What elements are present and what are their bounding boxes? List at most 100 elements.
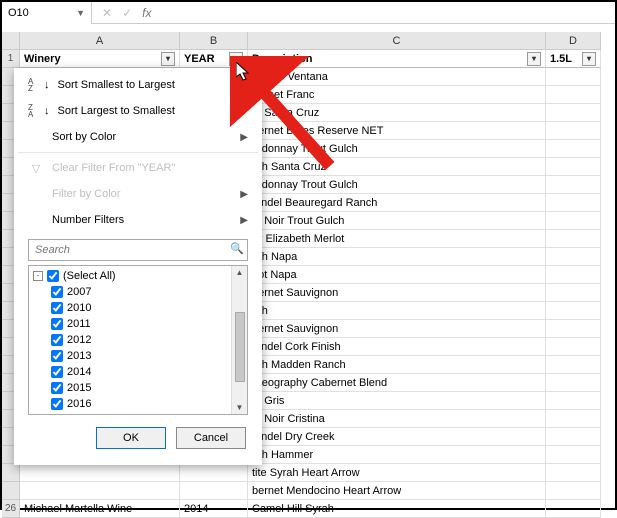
name-box[interactable]: O10 ▼ bbox=[2, 2, 92, 24]
cell[interactable]: rah Napa bbox=[248, 248, 546, 266]
cell[interactable]: rah Hammer bbox=[248, 446, 546, 464]
cell[interactable] bbox=[546, 194, 601, 212]
cell[interactable]: ardonnay Trout Gulch bbox=[248, 176, 546, 194]
filter-value-item[interactable]: 2016 bbox=[33, 396, 227, 412]
cell[interactable] bbox=[20, 482, 180, 500]
row-header[interactable] bbox=[2, 464, 20, 482]
cell[interactable]: fandel Beauregard Ranch bbox=[248, 194, 546, 212]
cell[interactable]: ot Noir Trout Gulch bbox=[248, 212, 546, 230]
cell[interactable]: 2014 bbox=[180, 500, 248, 518]
filter-button-year[interactable]: ▾ bbox=[229, 52, 243, 66]
scroll-thumb[interactable] bbox=[235, 312, 245, 382]
cell[interactable]: tite Syrah Heart Arrow bbox=[248, 464, 546, 482]
cell[interactable]: Michael Martella Wine bbox=[20, 500, 180, 518]
cell[interactable] bbox=[546, 158, 601, 176]
filter-value-item[interactable]: 2015 bbox=[33, 380, 227, 396]
cell[interactable] bbox=[180, 482, 248, 500]
col-header-b[interactable]: B bbox=[180, 32, 248, 50]
cell[interactable] bbox=[546, 68, 601, 86]
scroll-down-icon[interactable]: ▼ bbox=[236, 401, 244, 414]
select-all-corner[interactable] bbox=[2, 32, 20, 50]
cell[interactable] bbox=[180, 464, 248, 482]
cell[interactable] bbox=[546, 482, 601, 500]
filter-value-item[interactable]: 2014 bbox=[33, 364, 227, 380]
checkbox[interactable] bbox=[51, 286, 63, 298]
col-header-d[interactable]: D bbox=[546, 32, 601, 50]
cell[interactable] bbox=[546, 104, 601, 122]
cell[interactable] bbox=[546, 392, 601, 410]
cell[interactable]: bernet Mendocino Heart Arrow bbox=[248, 482, 546, 500]
filter-button-1-5l[interactable]: ▾ bbox=[582, 52, 596, 66]
checkbox[interactable] bbox=[51, 302, 63, 314]
filter-value-item[interactable]: 2007 bbox=[33, 284, 227, 300]
filter-button-winery[interactable]: ▾ bbox=[161, 52, 175, 66]
cell[interactable]: Camel Hill Syrah bbox=[248, 500, 546, 518]
cell[interactable] bbox=[546, 248, 601, 266]
cell[interactable] bbox=[546, 446, 601, 464]
filter-value-item[interactable]: 2010 bbox=[33, 300, 227, 316]
cell[interactable]: rah Santa Cruz bbox=[248, 158, 546, 176]
fx-icon[interactable]: fx bbox=[142, 6, 151, 20]
cell[interactable]: ardonnay Trout Gulch bbox=[248, 140, 546, 158]
cell[interactable]: bernet Sauvignon bbox=[248, 284, 546, 302]
cell[interactable] bbox=[546, 464, 601, 482]
cell[interactable] bbox=[546, 176, 601, 194]
cell[interactable]: rlot Napa bbox=[248, 266, 546, 284]
number-filters[interactable]: Number Filters ▶ bbox=[18, 207, 258, 233]
cell[interactable]: ot Noir Ventana bbox=[248, 68, 546, 86]
cell[interactable] bbox=[546, 428, 601, 446]
cell[interactable]: bernet Franc bbox=[248, 86, 546, 104]
ok-button[interactable]: OK bbox=[96, 427, 166, 449]
sort-desc[interactable]: ZA↓ Sort Largest to Smallest bbox=[18, 98, 258, 124]
cell[interactable]: fandel Dry Creek bbox=[248, 428, 546, 446]
cell[interactable]: ot Santa Cruz bbox=[248, 104, 546, 122]
cell[interactable]: oreography Cabernet Blend bbox=[248, 374, 546, 392]
cell[interactable] bbox=[546, 86, 601, 104]
row-header[interactable] bbox=[2, 482, 20, 500]
col-header-c[interactable]: C bbox=[248, 32, 546, 50]
checkbox[interactable] bbox=[47, 270, 59, 282]
cell[interactable]: ily Elizabeth Merlot bbox=[248, 230, 546, 248]
cell[interactable] bbox=[546, 374, 601, 392]
cell[interactable] bbox=[546, 320, 601, 338]
cell[interactable]: ot Noir Cristina bbox=[248, 410, 546, 428]
cell[interactable] bbox=[546, 410, 601, 428]
cell[interactable] bbox=[20, 464, 180, 482]
header-description[interactable]: Description▾ bbox=[248, 50, 546, 68]
search-input[interactable] bbox=[28, 239, 248, 261]
checkbox[interactable] bbox=[51, 382, 63, 394]
row-header[interactable]: 26 bbox=[2, 500, 20, 518]
cell[interactable] bbox=[546, 266, 601, 284]
filter-value-item[interactable]: 2012 bbox=[33, 332, 227, 348]
header-year[interactable]: YEAR▾ bbox=[180, 50, 248, 68]
cell[interactable]: bernet Sauvignon bbox=[248, 320, 546, 338]
cell[interactable] bbox=[546, 302, 601, 320]
cell[interactable] bbox=[546, 212, 601, 230]
filter-value-item[interactable]: 2013 bbox=[33, 348, 227, 364]
cell[interactable] bbox=[546, 356, 601, 374]
checkbox[interactable] bbox=[51, 318, 63, 330]
cell[interactable]: fandel Cork Finish bbox=[248, 338, 546, 356]
sort-asc[interactable]: AZ↓ Sort Smallest to Largest bbox=[18, 72, 258, 98]
cell[interactable] bbox=[546, 140, 601, 158]
filter-value-item[interactable]: -(Select All) bbox=[33, 268, 227, 284]
cell[interactable]: rah bbox=[248, 302, 546, 320]
checkbox[interactable] bbox=[51, 398, 63, 410]
header-winery[interactable]: Winery▾ bbox=[20, 50, 180, 68]
filter-value-item[interactable]: 2011 bbox=[33, 316, 227, 332]
cell[interactable]: rah Madden Ranch bbox=[248, 356, 546, 374]
cell[interactable]: bernet Bates Reserve NET bbox=[248, 122, 546, 140]
collapse-icon[interactable]: - bbox=[33, 271, 43, 281]
checkbox[interactable] bbox=[51, 366, 63, 378]
scroll-up-icon[interactable]: ▲ bbox=[236, 266, 244, 279]
cancel-button[interactable]: Cancel bbox=[176, 427, 246, 449]
checkbox[interactable] bbox=[51, 334, 63, 346]
cancel-icon[interactable]: ✕ bbox=[102, 6, 112, 20]
cell[interactable] bbox=[546, 338, 601, 356]
filter-button-description[interactable]: ▾ bbox=[527, 52, 541, 66]
check-icon[interactable]: ✓ bbox=[122, 6, 132, 20]
cell[interactable] bbox=[546, 230, 601, 248]
scrollbar[interactable]: ▲ ▼ bbox=[231, 266, 247, 414]
sort-by-color[interactable]: Sort by Color ▶ bbox=[18, 124, 258, 150]
cell[interactable] bbox=[546, 284, 601, 302]
